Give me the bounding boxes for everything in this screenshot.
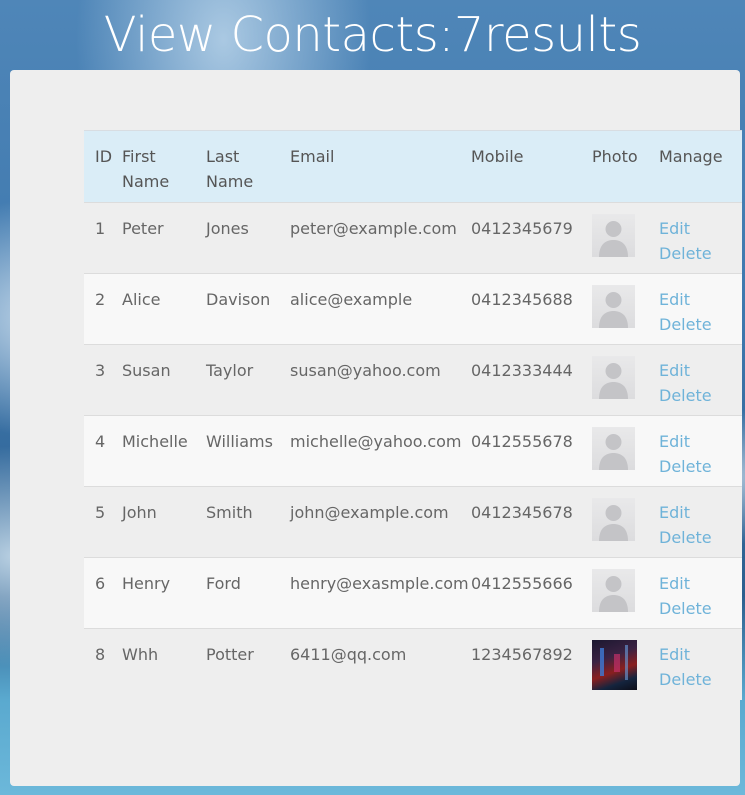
default-avatar-icon xyxy=(592,214,635,257)
cell-first-name: Whh xyxy=(122,645,159,664)
cell-photo xyxy=(592,345,659,416)
cell-mobile: 0412555666 xyxy=(471,574,573,593)
cell-id: 8 xyxy=(95,645,106,664)
table-row: 6 Henry Ford henry@exasmple.com 04125556… xyxy=(84,557,742,629)
delete-link[interactable]: Delete xyxy=(659,667,742,692)
edit-link[interactable]: Edit xyxy=(659,358,742,383)
cell-photo xyxy=(592,274,659,345)
cell-id: 4 xyxy=(95,432,106,451)
default-avatar-icon xyxy=(592,498,635,541)
cell-photo xyxy=(592,203,659,274)
column-header-last-name: Last Name xyxy=(206,147,254,191)
delete-link[interactable]: Delete xyxy=(659,241,742,266)
table-header-row: ID First Name Last Name Email Mobile Pho… xyxy=(84,130,742,203)
cell-manage: Edit Delete xyxy=(659,274,742,345)
cell-manage: Edit Delete xyxy=(659,345,742,416)
cell-manage: Edit Delete xyxy=(659,487,742,558)
contact-photo-image xyxy=(592,640,637,690)
table-header: ID First Name Last Name Email Mobile Pho… xyxy=(84,130,742,203)
cell-photo xyxy=(592,487,659,558)
cell-email: alice@example xyxy=(290,290,413,309)
cell-photo xyxy=(592,558,659,629)
cell-mobile: 0412555678 xyxy=(471,432,573,451)
cell-id: 6 xyxy=(95,574,106,593)
cell-last-name: Ford xyxy=(206,574,241,593)
edit-link[interactable]: Edit xyxy=(659,429,742,454)
cell-last-name: Potter xyxy=(206,645,254,664)
table-row: 5 John Smith john@example.com 0412345678… xyxy=(84,486,742,558)
cell-email: peter@example.com xyxy=(290,219,457,238)
column-header-photo: Photo xyxy=(592,147,638,166)
cell-email: john@example.com xyxy=(290,503,449,522)
default-avatar-icon xyxy=(592,356,635,399)
cell-first-name: John xyxy=(122,503,157,522)
cell-email: susan@yahoo.com xyxy=(290,361,441,380)
cell-first-name: Henry xyxy=(122,574,171,593)
column-header-first-name: First Name xyxy=(122,147,170,191)
cell-mobile: 0412345688 xyxy=(471,290,573,309)
page-title: View Contacts:7results xyxy=(103,7,642,63)
cell-manage: Edit Delete xyxy=(659,558,742,629)
delete-link[interactable]: Delete xyxy=(659,454,742,479)
cell-email: michelle@yahoo.com xyxy=(290,432,462,451)
default-avatar-icon xyxy=(592,285,635,328)
cell-email: 6411@qq.com xyxy=(290,645,407,664)
column-header-mobile: Mobile xyxy=(471,147,524,166)
default-avatar-icon xyxy=(592,569,635,612)
cell-last-name: Davison xyxy=(206,290,271,309)
edit-link[interactable]: Edit xyxy=(659,500,742,525)
cell-photo xyxy=(592,416,659,487)
cell-manage: Edit Delete xyxy=(659,203,742,274)
contacts-table: ID First Name Last Name Email Mobile Pho… xyxy=(84,130,742,700)
table-row: 3 Susan Taylor susan@yahoo.com 041233344… xyxy=(84,344,742,416)
cell-last-name: Taylor xyxy=(206,361,254,380)
cell-manage: Edit Delete xyxy=(659,416,742,487)
cell-first-name: Peter xyxy=(122,219,164,238)
edit-link[interactable]: Edit xyxy=(659,642,742,667)
cell-last-name: Williams xyxy=(206,432,273,451)
cell-id: 5 xyxy=(95,503,106,522)
delete-link[interactable]: Delete xyxy=(659,383,742,408)
cell-manage: Edit Delete xyxy=(659,629,742,700)
cell-mobile: 0412345678 xyxy=(471,503,573,522)
default-avatar-icon xyxy=(592,427,635,470)
table-row: 1 Peter Jones peter@example.com 04123456… xyxy=(84,202,742,274)
table-body: 1 Peter Jones peter@example.com 04123456… xyxy=(84,202,742,700)
column-header-manage: Manage xyxy=(659,147,723,166)
contacts-panel: ID First Name Last Name Email Mobile Pho… xyxy=(10,70,742,786)
cell-first-name: Michelle xyxy=(122,432,188,451)
cell-last-name: Jones xyxy=(206,219,249,238)
delete-link[interactable]: Delete xyxy=(659,525,742,550)
table-row: 8 Whh Potter 6411@qq.com 1234567892 Edit… xyxy=(84,628,742,700)
column-header-email: Email xyxy=(290,147,335,166)
edit-link[interactable]: Edit xyxy=(659,571,742,596)
cell-id: 2 xyxy=(95,290,106,309)
edit-link[interactable]: Edit xyxy=(659,216,742,241)
table-row: 2 Alice Davison alice@example 0412345688… xyxy=(84,273,742,345)
delete-link[interactable]: Delete xyxy=(659,312,742,337)
cell-mobile: 0412345679 xyxy=(471,219,573,238)
cell-id: 1 xyxy=(95,219,106,238)
column-header-id: ID xyxy=(95,147,113,166)
cell-first-name: Susan xyxy=(122,361,171,380)
cell-last-name: Smith xyxy=(206,503,253,522)
cell-mobile: 0412333444 xyxy=(471,361,573,380)
cell-first-name: Alice xyxy=(122,290,161,309)
cell-email: henry@exasmple.com xyxy=(290,574,469,593)
table-row: 4 Michelle Williams michelle@yahoo.com 0… xyxy=(84,415,742,487)
cell-photo xyxy=(592,629,659,700)
delete-link[interactable]: Delete xyxy=(659,596,742,621)
edit-link[interactable]: Edit xyxy=(659,287,742,312)
cell-mobile: 1234567892 xyxy=(471,645,573,664)
cell-id: 3 xyxy=(95,361,106,380)
